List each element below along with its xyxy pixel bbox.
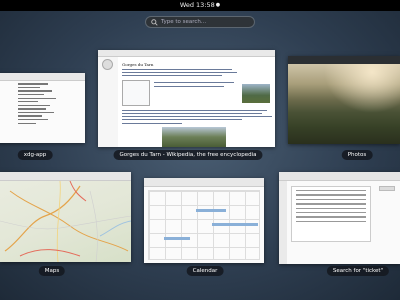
calendar-event <box>196 209 226 212</box>
window-titlebar <box>144 178 264 187</box>
window-titlebar <box>0 73 85 81</box>
window-caption-search-ticket[interactable]: Search for "ticket" <box>326 266 390 276</box>
window-caption-calendar[interactable]: Calendar <box>186 266 224 276</box>
top-bar: Wed 13:58 ● <box>0 0 400 11</box>
window-caption-maps[interactable]: Maps <box>38 266 66 276</box>
window-thumbnail-photos[interactable] <box>288 56 400 144</box>
sidebar <box>279 181 287 264</box>
article-image <box>162 127 226 147</box>
window-caption-wikipedia[interactable]: Gorges du Tarn - Wikipedia, the free enc… <box>113 150 263 160</box>
window-thumbnail-search-ticket[interactable] <box>279 172 400 264</box>
window-caption-photos[interactable]: Photos <box>341 150 373 160</box>
calendar-event <box>164 237 190 240</box>
article-image <box>242 84 270 103</box>
search-input[interactable] <box>161 19 251 25</box>
landscape-photo <box>288 64 400 144</box>
table-of-contents <box>122 80 150 106</box>
window-titlebar <box>279 172 400 181</box>
search-entry[interactable] <box>145 16 255 28</box>
window-caption-xdg-app[interactable]: xdg-app <box>17 150 53 160</box>
map-view <box>0 180 131 262</box>
clock[interactable]: Wed 13:58 <box>180 0 215 11</box>
wikipedia-sidebar <box>98 57 118 147</box>
window-thumbnail-maps[interactable] <box>0 172 131 262</box>
toolbar-button <box>379 186 395 191</box>
results-list <box>291 186 371 242</box>
article-title: Gorges du Tarn <box>122 62 154 67</box>
window-thumbnail-wikipedia[interactable]: Gorges du Tarn <box>98 50 275 147</box>
search-icon <box>151 18 158 26</box>
notification-dot-icon: ● <box>215 2 221 8</box>
wikipedia-logo-icon <box>102 59 113 70</box>
window-titlebar <box>288 56 400 64</box>
calendar-event <box>212 223 258 226</box>
window-titlebar <box>0 172 131 181</box>
window-thumbnail-calendar[interactable] <box>144 178 264 263</box>
window-thumbnail-xdg-app[interactable] <box>0 73 85 143</box>
browser-toolbar <box>98 50 275 57</box>
